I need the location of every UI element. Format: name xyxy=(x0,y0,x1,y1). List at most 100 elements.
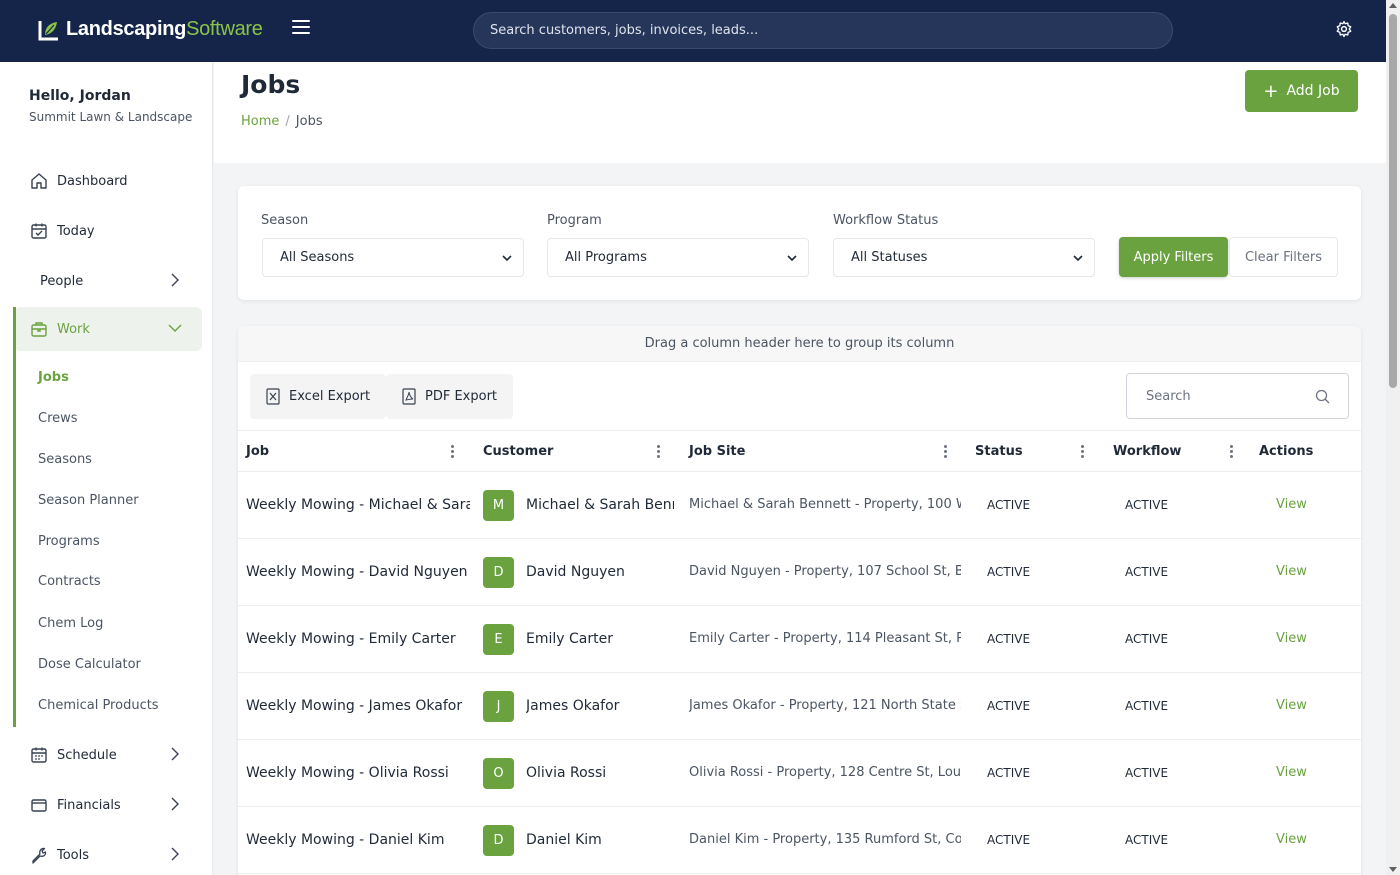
customer-avatar: E xyxy=(483,624,514,655)
workflow-select-value: All Statuses xyxy=(851,250,928,265)
column-menu-icon[interactable] xyxy=(451,445,455,459)
briefcase-icon xyxy=(31,322,47,337)
customer-avatar: D xyxy=(483,557,514,588)
job-name-cell: Weekly Mowing - Olivia Rossi xyxy=(246,765,449,781)
column-header-status[interactable]: Status xyxy=(975,431,1023,473)
page-header: Jobs Home / Jobs + Add Job xyxy=(214,62,1386,163)
view-link[interactable]: View xyxy=(1276,539,1336,605)
workflow-filter-label: Workflow Status xyxy=(833,213,939,228)
work-section-indicator xyxy=(13,307,16,727)
wrench-icon xyxy=(32,847,47,864)
logo-text-secondary: Software xyxy=(186,18,263,40)
program-select-value: All Programs xyxy=(565,250,647,265)
season-select[interactable]: All Seasons xyxy=(262,238,524,277)
sidebar-subitem-jobs[interactable]: Jobs xyxy=(38,370,69,385)
sidebar-subitem-programs[interactable]: Programs xyxy=(38,534,100,549)
sidebar-item-tools[interactable]: Tools xyxy=(14,833,202,875)
breadcrumb-separator: / xyxy=(285,114,290,129)
scrollbar-thumb[interactable] xyxy=(1389,14,1397,388)
sidebar-item-work[interactable]: Work xyxy=(14,307,202,351)
table-row[interactable]: Weekly Mowing - David Nguyen D David Ngu… xyxy=(238,539,1361,606)
top-navbar: LandscapingSoftware Search customers, jo… xyxy=(0,0,1400,62)
column-header-job-site[interactable]: Job Site xyxy=(689,431,745,473)
status-cell: ACTIVE xyxy=(987,833,1031,847)
scroll-down-arrow-icon[interactable] xyxy=(1389,867,1397,872)
sidebar-item-today[interactable]: Today xyxy=(14,209,202,253)
apply-filters-button[interactable]: Apply Filters xyxy=(1119,237,1228,277)
sidebar-subitem-seasons[interactable]: Seasons xyxy=(38,452,92,467)
chevron-down-icon xyxy=(1073,255,1083,262)
sidebar-subitem-chemical-products[interactable]: Chemical Products xyxy=(38,698,159,713)
column-header-customer[interactable]: Customer xyxy=(483,431,553,473)
sidebar: Hello, Jordan Summit Lawn & Landscape Da… xyxy=(0,62,213,875)
view-link[interactable]: View xyxy=(1276,606,1336,672)
global-search-input[interactable]: Search customers, jobs, invoices, leads.… xyxy=(473,12,1173,49)
table-row[interactable]: Weekly Mowing - Olivia Rossi O Olivia Ro… xyxy=(238,740,1361,807)
view-link[interactable]: View xyxy=(1276,807,1336,873)
column-header-workflow[interactable]: Workflow xyxy=(1113,431,1181,473)
column-menu-icon[interactable] xyxy=(1230,445,1234,459)
pdf-file-icon xyxy=(402,388,416,405)
program-select[interactable]: All Programs xyxy=(547,238,809,277)
table-row[interactable]: Weekly Mowing - James Okafor J James Oka… xyxy=(238,673,1361,740)
breadcrumb: Home / Jobs xyxy=(241,114,323,129)
sidebar-subitem-crews[interactable]: Crews xyxy=(38,411,78,426)
gear-icon[interactable] xyxy=(1335,20,1353,38)
job-site-cell: Daniel Kim - Property, 135 Rumford St, C… xyxy=(689,832,961,847)
clear-filters-button[interactable]: Clear Filters xyxy=(1229,237,1338,277)
menu-toggle-icon[interactable] xyxy=(292,20,310,36)
status-cell: ACTIVE xyxy=(987,632,1031,646)
table-row[interactable]: Weekly Mowing - Daniel Kim D Daniel Kim … xyxy=(238,807,1361,874)
view-link[interactable]: View xyxy=(1276,673,1336,739)
customer-cell: James Okafor xyxy=(526,698,620,714)
status-cell: ACTIVE xyxy=(987,498,1031,512)
search-icon xyxy=(1315,389,1330,404)
column-menu-icon[interactable] xyxy=(657,445,661,459)
chevron-right-icon xyxy=(171,847,179,861)
chevron-right-icon xyxy=(171,797,179,811)
sidebar-item-financials[interactable]: Financials xyxy=(14,783,202,827)
scroll-up-arrow-icon[interactable] xyxy=(1389,3,1397,8)
group-drop-area[interactable]: Drag a column header here to group its c… xyxy=(238,326,1361,362)
sidebar-subitem-chem-log[interactable]: Chem Log xyxy=(38,616,103,631)
customer-cell: Michael & Sarah Bennett xyxy=(526,497,674,513)
add-job-button[interactable]: + Add Job xyxy=(1245,70,1358,112)
jobs-grid: Drag a column header here to group its c… xyxy=(238,326,1361,875)
job-name-cell: Weekly Mowing - Michael & Sarah Bennett xyxy=(246,497,470,513)
sidebar-item-dashboard[interactable]: Dashboard xyxy=(14,159,202,203)
workflow-select[interactable]: All Statuses xyxy=(833,238,1095,277)
breadcrumb-home-link[interactable]: Home xyxy=(241,114,279,129)
add-job-label: Add Job xyxy=(1286,83,1340,99)
page-scrollbar[interactable] xyxy=(1386,0,1400,875)
excel-export-button[interactable]: Excel Export xyxy=(250,374,387,419)
grid-body: Weekly Mowing - Michael & Sarah Bennett … xyxy=(238,472,1361,875)
workflow-cell: ACTIVE xyxy=(1125,565,1169,579)
view-link[interactable]: View xyxy=(1276,472,1336,538)
job-site-cell: James Okafor - Property, 121 North State… xyxy=(689,698,961,713)
calendar-check-icon xyxy=(31,223,47,239)
grid-search-input[interactable]: Search xyxy=(1126,373,1349,419)
sidebar-item-schedule[interactable]: Schedule xyxy=(14,733,202,777)
chevron-down-icon xyxy=(502,255,512,262)
sidebar-item-people[interactable]: People xyxy=(14,259,202,303)
column-menu-icon[interactable] xyxy=(1081,445,1085,459)
sidebar-item-label: Today xyxy=(57,223,95,239)
workflow-cell: ACTIVE xyxy=(1125,632,1169,646)
filter-panel: Season All Seasons Program All Programs … xyxy=(238,186,1361,300)
sidebar-subitem-season-planner[interactable]: Season Planner xyxy=(38,493,139,508)
pdf-export-button[interactable]: PDF Export xyxy=(386,374,514,419)
table-row[interactable]: Weekly Mowing - Michael & Sarah Bennett … xyxy=(238,472,1361,539)
status-cell: ACTIVE xyxy=(987,766,1031,780)
column-header-job[interactable]: Job xyxy=(246,431,269,473)
sidebar-subitem-contracts[interactable]: Contracts xyxy=(38,574,101,589)
column-menu-icon[interactable] xyxy=(944,445,948,459)
job-site-cell: David Nguyen - Property, 107 School St, … xyxy=(689,564,961,579)
app-logo[interactable]: LandscapingSoftware xyxy=(38,18,263,41)
view-link[interactable]: View xyxy=(1276,740,1336,806)
chevron-down-icon xyxy=(787,255,797,262)
grid-header-row: Job Customer Job Site Status Workflow Ac… xyxy=(238,430,1361,472)
workflow-cell: ACTIVE xyxy=(1125,699,1169,713)
table-row[interactable]: Weekly Mowing - Emily Carter E Emily Car… xyxy=(238,606,1361,673)
sidebar-subitem-dose-calculator[interactable]: Dose Calculator xyxy=(38,657,141,672)
workflow-cell: ACTIVE xyxy=(1125,498,1169,512)
